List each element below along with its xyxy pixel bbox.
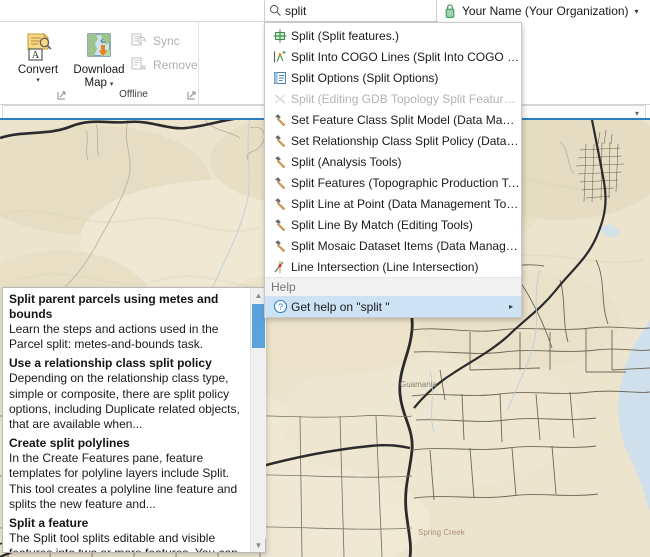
search-results-dropdown[interactable]: Split (Split features.) Split Into COGO …: [264, 22, 522, 318]
dropdown-item-label: Split (Analysis Tools): [291, 154, 402, 169]
dropdown-item-label: Set Relationship Class Split Policy (Dat…: [291, 133, 521, 148]
dropdown-item-label: Split Options (Split Options): [291, 70, 439, 85]
svg-text:A: A: [32, 50, 40, 61]
ribbon-group-offline-label: Offline: [119, 89, 148, 100]
remove-button-label: Remove: [153, 58, 198, 72]
sync-button: Sync: [131, 30, 180, 52]
chevron-down-icon[interactable]: ▾: [36, 77, 40, 85]
search-input[interactable]: [285, 1, 440, 20]
download-map-label-line1: Download: [73, 64, 125, 76]
help-result-item[interactable]: Create split polylines In the Create Fea…: [9, 436, 244, 512]
split-cogo-icon: [269, 48, 291, 66]
dropdown-item-label: Line Intersection (Line Intersection): [291, 259, 479, 274]
topology-split-icon: [269, 90, 291, 108]
sync-button-label: Sync: [153, 34, 180, 48]
split-options-icon: [269, 69, 291, 87]
portal-lock-icon: [443, 3, 457, 19]
convert-button-label: Convert: [17, 64, 59, 76]
ribbon-group-convert: A Convert ▾: [10, 22, 68, 104]
dropdown-item-split-features[interactable]: Split (Split features.): [265, 25, 521, 46]
help-result-description: Depending on the relationship class type…: [9, 371, 240, 432]
help-result-title: Create split polylines: [9, 436, 130, 451]
remove-button: Remove: [131, 54, 198, 76]
geoprocessing-tool-icon: [269, 174, 291, 192]
help-result-item[interactable]: Split a feature The Split tool splits ed…: [9, 516, 244, 552]
download-map-icon: [83, 28, 115, 62]
dialog-launcher-icon[interactable]: [187, 90, 196, 100]
toolbar-overflow-chevron-icon[interactable]: ▾: [635, 109, 639, 118]
convert-button[interactable]: A Convert ▾: [10, 28, 66, 85]
help-result-title: Use a relationship class split policy: [9, 356, 212, 371]
dropdown-item-label: Split (Split features.): [291, 28, 400, 43]
ribbon-group-empty: [200, 22, 260, 104]
dropdown-item-split-options[interactable]: Split Options (Split Options): [265, 67, 521, 88]
dropdown-item-label: Get help on "split ": [291, 299, 390, 314]
help-results-panel[interactable]: Split parent parcels using metes and bou…: [2, 287, 266, 553]
geoprocessing-tool-icon: [269, 237, 291, 255]
geoprocessing-tool-icon: [269, 195, 291, 213]
account-name[interactable]: Your Name (Your Organization): [462, 4, 629, 18]
geoprocessing-tool-icon: [269, 111, 291, 129]
geoprocessing-tool-icon: [269, 132, 291, 150]
help-results-list: Split parent parcels using metes and bou…: [3, 288, 250, 552]
help-result-title: Split parent parcels using metes and bou…: [9, 292, 219, 321]
download-map-button[interactable]: Download Map ▾: [71, 28, 127, 89]
ribbon-group-convert-footer: [10, 87, 68, 103]
dropdown-section-help: Help: [265, 277, 521, 296]
dropdown-item-label: Split Mosaic Dataset Items (Data Managem…: [291, 238, 521, 253]
help-result-description: In the Create Features pane, feature tem…: [9, 451, 238, 511]
dialog-launcher-icon[interactable]: [57, 90, 66, 100]
dropdown-item-split-mosaic-dataset-items[interactable]: Split Mosaic Dataset Items (Data Managem…: [265, 235, 521, 256]
help-result-item[interactable]: Split parent parcels using metes and bou…: [9, 292, 244, 352]
help-panel-scrollbar[interactable]: ▲ ▼: [250, 288, 266, 552]
dropdown-item-set-relationship-class-split-policy[interactable]: Set Relationship Class Split Policy (Dat…: [265, 130, 521, 151]
scroll-down-arrow-icon[interactable]: ▼: [251, 538, 266, 552]
dropdown-item-split-features-topographic[interactable]: Split Features (Topographic Production T…: [265, 172, 521, 193]
svg-text:?: ?: [277, 302, 282, 312]
dropdown-item-split-into-cogo-lines[interactable]: Split Into COGO Lines (Split Into COGO L…: [265, 46, 521, 67]
dropdown-item-label: Split (Editing GDB Topology Split Featur…: [291, 91, 521, 106]
dropdown-item-set-feature-class-split-model[interactable]: Set Feature Class Split Model (Data Mana…: [265, 109, 521, 130]
chevron-right-icon[interactable]: ▸: [509, 302, 513, 311]
convert-document-icon: A: [22, 28, 54, 62]
help-result-title: Split a feature: [9, 516, 89, 531]
dropdown-item-label: Split Features (Topographic Production T…: [291, 175, 521, 190]
dropdown-item-label: Split Into COGO Lines (Split Into COGO L…: [291, 49, 521, 64]
line-intersection-icon: [269, 258, 291, 276]
split-features-icon: [269, 27, 291, 45]
download-map-button-label: Download Map ▾: [73, 64, 124, 89]
help-result-item[interactable]: Use a relationship class split policy De…: [9, 356, 244, 432]
help-question-icon: ?: [269, 298, 291, 316]
dropdown-item-label: Split Line By Match (Editing Tools): [291, 217, 473, 232]
dropdown-item-split-line-by-match[interactable]: Split Line By Match (Editing Tools): [265, 214, 521, 235]
remove-icon: [131, 56, 149, 74]
dropdown-section-help-label: Help: [271, 280, 296, 294]
dropdown-item-get-help[interactable]: ? Get help on "split " ▸: [265, 296, 521, 317]
arcgis-pro-window: ✕ Your Name (Your Organization) ▾ chevro…: [0, 0, 650, 557]
ribbon-group-offline-footer: Offline: [69, 87, 198, 103]
account-bar: Your Name (Your Organization) ▾ chevron-…: [438, 0, 650, 22]
geoprocessing-tool-icon: [269, 153, 291, 171]
dropdown-item-topology-split: Split (Editing GDB Topology Split Featur…: [265, 88, 521, 109]
help-result-description: The Split tool splits editable and visib…: [9, 531, 238, 552]
sync-icon: [131, 32, 149, 50]
help-result-description: Learn the steps and actions used in the …: [9, 322, 219, 352]
dropdown-item-split-line-at-point[interactable]: Split Line at Point (Data Management Too…: [265, 193, 521, 214]
search-box[interactable]: ✕: [264, 0, 456, 22]
dropdown-item-label: Split Line at Point (Data Management Too…: [291, 196, 521, 211]
geoprocessing-tool-icon: [269, 216, 291, 234]
dropdown-item-split-analysis-tools[interactable]: Split (Analysis Tools): [265, 151, 521, 172]
search-icon: [265, 1, 285, 21]
map-label: Guamania: [400, 380, 437, 389]
ribbon-group-offline: Download Map ▾ Sync Remove Offline: [69, 22, 199, 104]
dropdown-item-label: Set Feature Class Split Model (Data Mana…: [291, 112, 521, 127]
map-label: Spring Creek: [418, 528, 466, 537]
chevron-down-icon[interactable]: ▾: [635, 7, 639, 16]
dropdown-item-line-intersection[interactable]: Line Intersection (Line Intersection): [265, 256, 521, 277]
